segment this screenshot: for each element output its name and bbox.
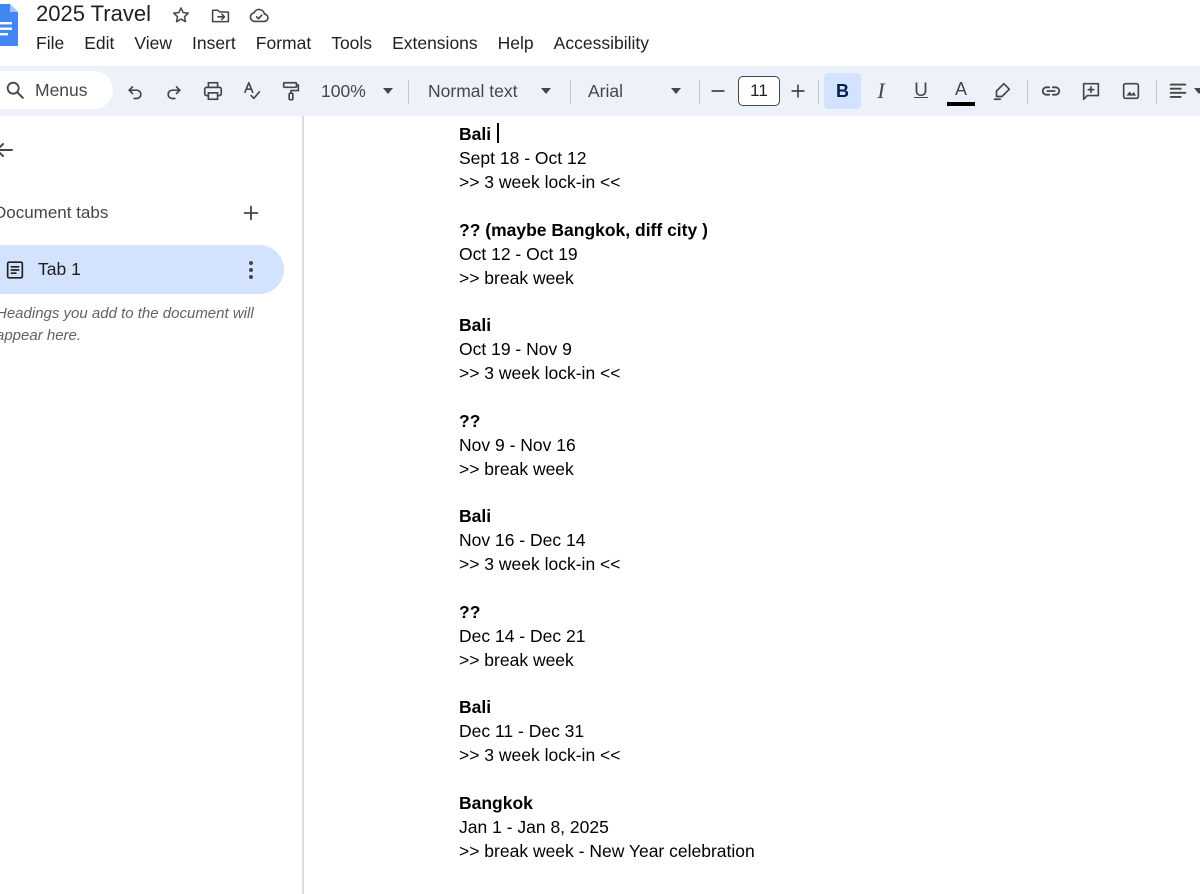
decrease-font-size-icon[interactable] <box>706 79 730 103</box>
toolbar-divider <box>1156 80 1157 104</box>
spellcheck-icon[interactable] <box>240 79 264 103</box>
menu-insert[interactable]: Insert <box>192 31 236 55</box>
text-cursor <box>497 123 499 143</box>
search-menus-placeholder: Menus <box>35 80 88 100</box>
document-tabs-heading: Document tabs <box>0 203 109 222</box>
itinerary-block: ?? (maybe Bangkok, diff city ) Oct 12 - … <box>459 218 1179 290</box>
itinerary-note: >> break week <box>459 649 574 670</box>
menu-edit[interactable]: Edit <box>84 31 114 55</box>
undo-icon[interactable] <box>123 79 147 103</box>
zoom-caret-icon <box>383 88 393 94</box>
itinerary-note: >> 3 week lock-in << <box>459 745 621 765</box>
menu-view[interactable]: View <box>134 31 172 55</box>
toolbar-divider <box>1027 80 1028 104</box>
star-icon[interactable] <box>170 4 192 26</box>
itinerary-dates: Oct 19 - Nov 9 <box>459 339 572 359</box>
toolbar-divider <box>408 80 409 104</box>
highlight-icon[interactable] <box>990 79 1014 103</box>
align-left-icon[interactable] <box>1166 79 1190 103</box>
sidebar-tab-1[interactable]: Tab 1 <box>0 245 284 294</box>
itinerary-heading: ?? <box>459 601 481 622</box>
increase-font-size-icon[interactable] <box>786 79 810 103</box>
search-icon <box>6 81 24 99</box>
itinerary-block: ?? Dec 14 - Dec 21 >> break week <box>459 600 1179 672</box>
toolbar-divider <box>570 80 571 104</box>
itinerary-dates: Jan 1 - Jan 8, 2025 <box>459 816 609 837</box>
style-caret-icon <box>541 88 551 94</box>
document-body[interactable]: Bali Sept 18 - Oct 12 >> 3 week lock-in … <box>459 122 1179 886</box>
itinerary-dates: Nov 9 - Nov 16 <box>459 434 576 455</box>
insert-image-icon[interactable] <box>1119 79 1143 103</box>
itinerary-block: Bali Nov 16 - Dec 14 >> 3 week lock-in <… <box>459 504 1179 576</box>
cloud-saved-icon[interactable] <box>248 4 270 26</box>
itinerary-heading: Bali <box>459 697 492 717</box>
itinerary-heading: Bali <box>459 315 492 335</box>
itinerary-heading: ?? (maybe Bangkok, diff city ) <box>459 219 708 240</box>
toolbar-divider <box>699 80 700 104</box>
back-arrow-icon[interactable] <box>0 138 16 162</box>
menu-tools[interactable]: Tools <box>331 31 372 55</box>
itinerary-dates: Sept 18 - Oct 12 <box>459 148 587 168</box>
document-title[interactable]: 2025 Travel <box>36 1 151 27</box>
font-size-input[interactable]: 11 <box>738 76 780 106</box>
menu-accessibility[interactable]: Accessibility <box>554 31 649 55</box>
outline-empty-hint: Headings you add to the document will ap… <box>0 305 254 344</box>
paragraph-style-select[interactable]: Normal text <box>428 79 517 103</box>
menu-bar: File Edit View Insert Format Tools Exten… <box>36 31 669 55</box>
italic-button[interactable]: I <box>869 77 893 105</box>
itinerary-heading: Bali <box>459 506 492 526</box>
font-select[interactable]: Arial <box>588 79 623 103</box>
add-comment-icon[interactable] <box>1079 79 1103 103</box>
itinerary-heading: Bangkok <box>459 792 533 813</box>
paint-format-icon[interactable] <box>279 79 303 103</box>
more-options-icon[interactable] <box>240 258 262 282</box>
add-tab-icon[interactable] <box>240 202 262 224</box>
bold-button[interactable]: B <box>824 73 861 109</box>
document-tab-icon <box>6 261 24 279</box>
itinerary-heading: Bali <box>459 122 1179 146</box>
itinerary-block: Bangkok Jan 1 - Jan 8, 2025 >> break wee… <box>459 791 1179 863</box>
itinerary-note: >> break week <box>459 458 574 479</box>
itinerary-block: Bali Dec 11 - Dec 31 >> 3 week lock-in <… <box>459 695 1179 767</box>
menu-file[interactable]: File <box>36 31 64 55</box>
docs-logo-icon[interactable] <box>0 4 18 46</box>
menu-extensions[interactable]: Extensions <box>392 31 478 55</box>
zoom-select[interactable]: 100% <box>321 79 366 103</box>
itinerary-block: Bali Sept 18 - Oct 12 >> 3 week lock-in … <box>459 122 1179 194</box>
menu-help[interactable]: Help <box>498 31 534 55</box>
toolbar-divider <box>818 80 819 104</box>
menu-format[interactable]: Format <box>256 31 311 55</box>
redo-icon[interactable] <box>162 79 186 103</box>
move-to-folder-icon[interactable] <box>209 4 231 26</box>
font-caret-icon <box>671 88 681 94</box>
itinerary-note: >> break week <box>459 267 574 288</box>
print-icon[interactable] <box>201 79 225 103</box>
itinerary-block: ?? Nov 9 - Nov 16 >> break week <box>459 409 1179 481</box>
itinerary-note: >> 3 week lock-in << <box>459 172 621 192</box>
itinerary-note: >> 3 week lock-in << <box>459 363 621 383</box>
underline-button[interactable]: U <box>909 77 933 105</box>
itinerary-dates: Dec 11 - Dec 31 <box>459 721 585 741</box>
insert-link-icon[interactable] <box>1039 79 1063 103</box>
itinerary-dates: Nov 16 - Dec 14 <box>459 530 586 550</box>
tab-label: Tab 1 <box>38 259 81 279</box>
itinerary-heading: ?? <box>459 410 481 431</box>
sidebar-divider <box>302 116 304 894</box>
text-color-swatch <box>947 102 975 106</box>
itinerary-note: >> 3 week lock-in << <box>459 554 621 574</box>
toolbar: Menus 100% Normal text Arial 11 B I U A <box>0 66 1200 116</box>
itinerary-dates: Dec 14 - Dec 21 <box>459 625 586 646</box>
itinerary-dates: Oct 12 - Oct 19 <box>459 243 578 264</box>
align-caret-icon <box>1194 88 1200 94</box>
itinerary-note: >> break week - New Year celebration <box>459 840 755 861</box>
text-color-button[interactable]: A <box>949 77 973 105</box>
itinerary-block: Bali Oct 19 - Nov 9 >> 3 week lock-in << <box>459 313 1179 385</box>
